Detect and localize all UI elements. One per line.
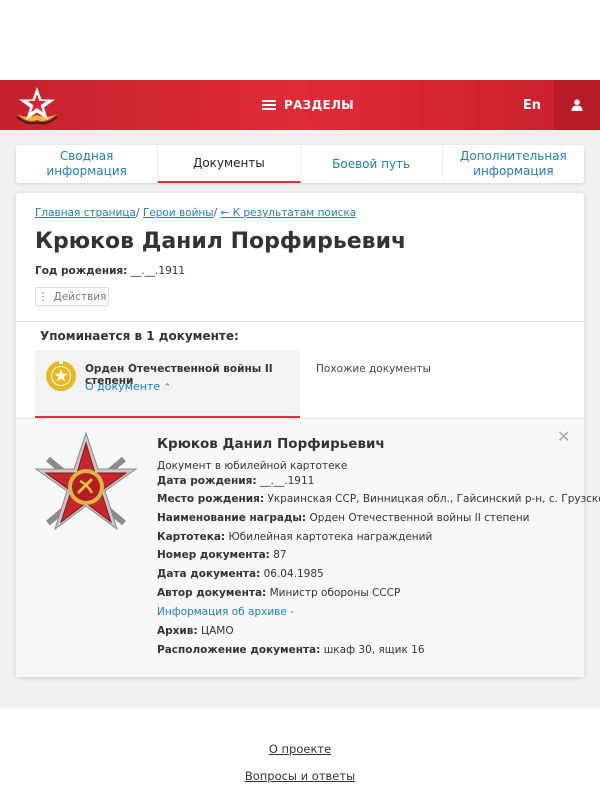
top-blank-area — [0, 0, 600, 80]
field-archive: Архив: ЦАМО — [157, 625, 234, 637]
field-birth-place: Место рождения: Украинская ССР, Винницка… — [157, 493, 600, 505]
user-icon — [571, 99, 583, 111]
detail-subtitle: Документ в юбилейной картотеке — [157, 460, 348, 472]
tab-additional-info[interactable]: Дополнительная информация — [443, 145, 584, 183]
page-title: Крюков Данил Порфирьевич — [35, 229, 407, 254]
person-card: Главная страница/ Герои войны/ ← К резул… — [16, 193, 600, 677]
language-switch[interactable]: En — [510, 80, 554, 130]
field-doc-location: Расположение документа: шкаф 30, ящик 16 — [157, 644, 425, 656]
similar-documents-link[interactable]: Похожие документы — [316, 363, 431, 375]
field-label: Номер документа: — [157, 549, 270, 561]
divider — [16, 321, 584, 322]
breadcrumb-home-link[interactable]: Главная страница — [35, 207, 136, 219]
field-card-index: Картотека: Юбилейная картотека награжден… — [157, 531, 432, 543]
tab-summary[interactable]: Сводная информация — [16, 145, 159, 183]
footer-about-item: О проекте — [0, 742, 600, 756]
user-account-button[interactable] — [554, 80, 600, 130]
vertical-dots-icon: ⋮ — [37, 289, 49, 303]
field-value: Юбилейная картотека награждений — [228, 531, 433, 543]
field-value: Орден Отечественной войны II степени — [309, 512, 530, 524]
breadcrumb-separator: / — [213, 207, 218, 219]
field-label: Автор документа: — [157, 587, 267, 599]
sections-menu-button[interactable]: РАЗДЕЛЫ — [262, 80, 354, 130]
about-document-link[interactable]: О документе ⌃ — [85, 380, 171, 393]
field-label: Дата документа: — [157, 568, 261, 580]
back-to-results-link[interactable]: ← К результатам поиска — [220, 207, 356, 219]
breadcrumb-separator: / — [135, 207, 140, 219]
about-document-label: О документе — [85, 380, 161, 393]
field-label: Дата рождения: — [157, 475, 257, 487]
field-value: 06.04.1985 — [263, 568, 324, 580]
field-value: __.__.1911 — [259, 475, 315, 487]
birth-year-label: Год рождения: — [35, 265, 128, 277]
field-doc-author: Автор документа: Министр обороны СССР — [157, 587, 400, 599]
archive-info-link[interactable]: Информация об архиве - — [157, 606, 294, 618]
actions-button[interactable]: ⋮ Действия — [35, 287, 109, 306]
field-label: Место рождения: — [157, 493, 265, 505]
sections-menu-label: РАЗДЕЛЫ — [284, 98, 354, 112]
hamburger-icon — [262, 100, 276, 110]
mentions-title: Упоминается в 1 документе: — [40, 329, 239, 343]
field-value: шкаф 30, ящик 16 — [323, 644, 425, 656]
footer-about-link[interactable]: О проекте — [269, 742, 331, 756]
birth-year-value: __.__.1911 — [130, 265, 186, 277]
field-doc-number: Номер документа: 87 — [157, 549, 287, 561]
tab-combat-path[interactable]: Боевой путь — [301, 145, 443, 183]
document-tab-order[interactable]: Орден Отечественной войны II степени О д… — [35, 350, 300, 418]
tab-documents[interactable]: Документы — [158, 145, 301, 183]
field-label: Архив: — [157, 625, 198, 637]
actions-label: Действия — [53, 290, 107, 303]
medal-icon — [45, 360, 77, 392]
document-detail-panel: ✕ Крюков Данил Порфирьевич Документ в юб… — [16, 419, 600, 677]
order-medal-image — [32, 429, 140, 549]
field-value: Министр обороны СССР — [269, 587, 401, 599]
field-value: 87 — [273, 549, 287, 561]
field-label: Наименование награды: — [157, 512, 307, 524]
footer-faq-item: Вопросы и ответы — [0, 769, 600, 783]
field-value: ЦАМО — [200, 625, 234, 637]
site-footer: О проекте Вопросы и ответы — [0, 708, 600, 800]
breadcrumb: Главная страница/ Герои войны/ ← К резул… — [35, 207, 356, 219]
chevron-up-icon: ⌃ — [163, 383, 172, 393]
breadcrumb-heroes-link[interactable]: Герои войны — [143, 207, 214, 219]
field-birth-date: Дата рождения: __.__.1911 — [157, 475, 314, 487]
footer-faq-link[interactable]: Вопросы и ответы — [245, 769, 355, 783]
red-star-logo[interactable] — [14, 84, 60, 126]
field-doc-date: Дата документа: 06.04.1985 — [157, 568, 324, 580]
document-row: Орден Отечественной войны II степени О д… — [16, 350, 584, 418]
field-award-name: Наименование награды: Орден Отечественно… — [157, 512, 530, 524]
detail-person-name: Крюков Данил Порфирьевич — [157, 436, 385, 452]
site-header: РАЗДЕЛЫ En — [0, 80, 600, 130]
field-label: Расположение документа: — [157, 644, 321, 656]
close-icon[interactable]: ✕ — [557, 427, 570, 446]
field-label: Картотека: — [157, 531, 226, 543]
person-tabs: Сводная информация Документы Боевой путь… — [16, 145, 584, 183]
birth-year: Год рождения: __.__.1911 — [35, 265, 185, 277]
field-value: Украинская ССР, Винницкая обл., Гайсинск… — [267, 493, 600, 505]
